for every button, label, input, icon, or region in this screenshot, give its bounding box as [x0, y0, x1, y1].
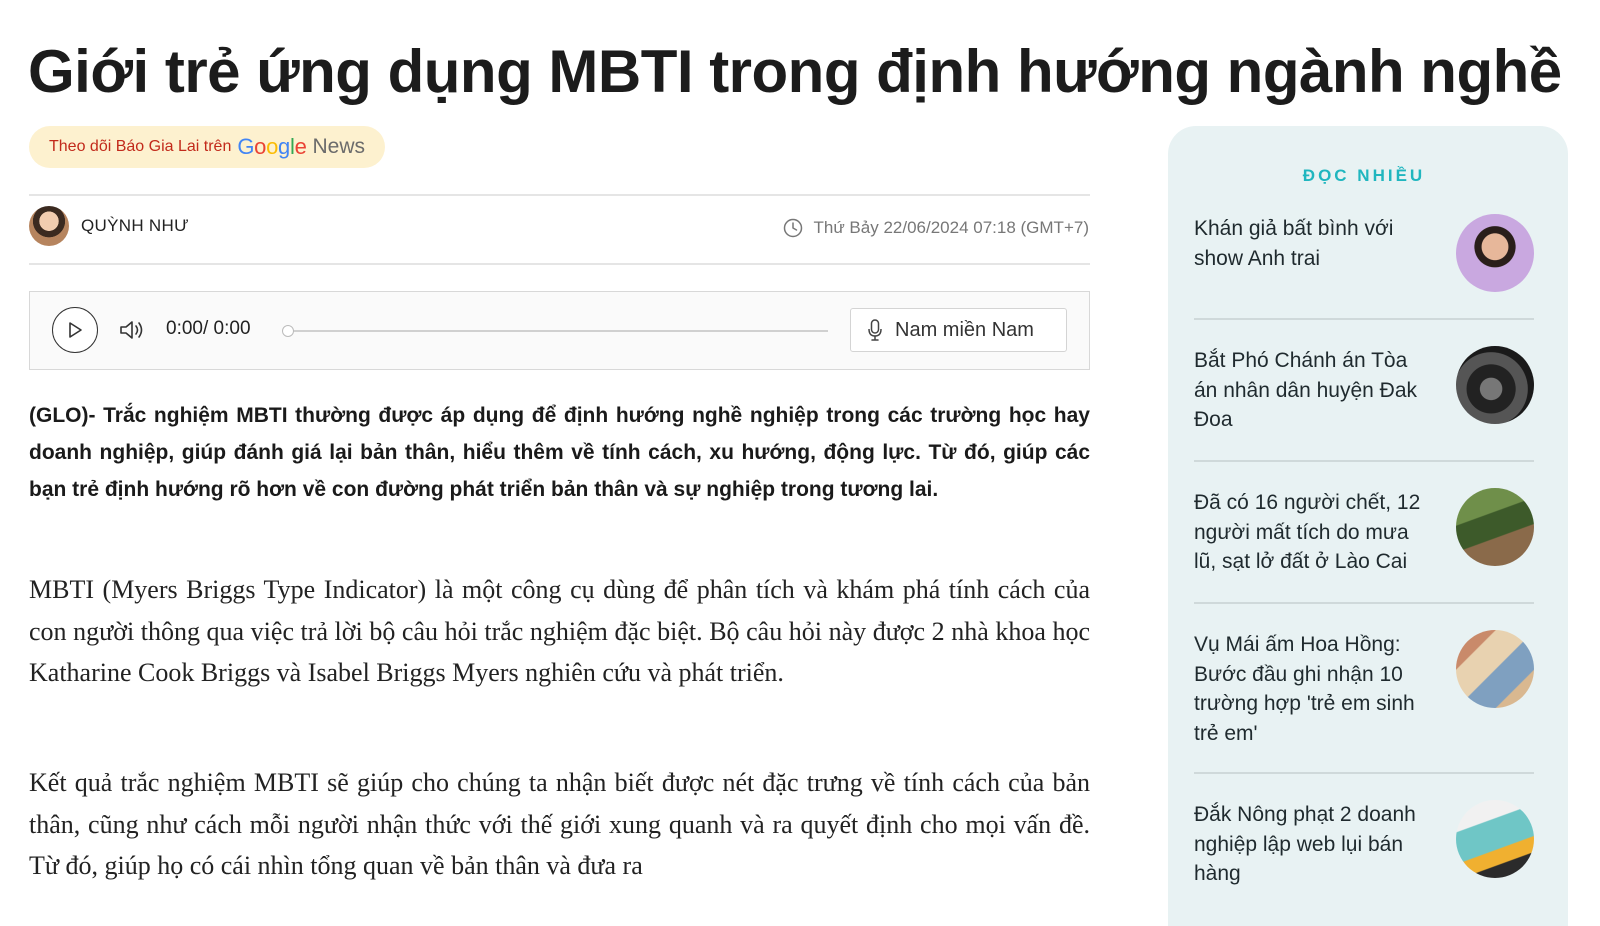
most-read-item-thumbnail[interactable] — [1456, 630, 1534, 708]
voice-label: Nam miền Nam — [895, 318, 1034, 341]
microphone-icon — [868, 319, 882, 341]
player-time: 0:00/ 0:00 — [166, 318, 251, 339]
speaker-icon[interactable] — [118, 318, 148, 342]
most-read-item-thumbnail[interactable] — [1456, 800, 1534, 878]
most-read-item-thumbnail[interactable] — [1456, 214, 1534, 292]
most-read-separator — [1194, 772, 1534, 774]
most-read-item-title[interactable]: Bắt Phó Chánh án Tòa án nhân dân huyện Đ… — [1194, 346, 1434, 435]
google-logo: Google — [237, 134, 307, 159]
audio-player: 0:00/ 0:00 Nam miền Nam — [29, 291, 1090, 370]
most-read-separator — [1194, 602, 1534, 604]
article-sapo: (GLO)- Trắc nghiệm MBTI thường được áp d… — [29, 404, 1090, 501]
google-news-follow-button[interactable]: Theo dõi Báo Gia Lai trên Google News — [29, 126, 386, 168]
most-read-sidebar: ĐỌC NHIỀU Khán giả bất bình với show Anh… — [1168, 126, 1568, 926]
article-paragraph-1: MBTI (Myers Briggs Type Indicator) là mộ… — [29, 575, 1090, 687]
most-read-item-title[interactable]: Khán giả bất bình với show Anh trai — [1194, 214, 1434, 273]
divider-bottom — [29, 263, 1090, 265]
most-read-title: ĐỌC NHIỀU — [1302, 166, 1426, 185]
voice-select-button[interactable]: Nam miền Nam — [850, 308, 1067, 352]
author-name[interactable]: QUỲNH NHƯ — [81, 216, 189, 236]
article-title: Giới trẻ ứng dụng MBTI trong định hướng … — [28, 38, 1562, 105]
play-icon — [69, 322, 82, 338]
play-button[interactable] — [52, 307, 98, 353]
most-read-item-title[interactable]: Đã có 16 người chết, 12 người mất tích d… — [1194, 488, 1434, 577]
datetime-text: Thứ Bảy 22/06/2024 07:18 (GMT+7) — [813, 218, 1089, 237]
author-block: QUỲNH NHƯ — [29, 206, 189, 246]
most-read-separator — [1194, 318, 1534, 320]
most-read-item-title[interactable]: Vụ Mái ấm Hoa Hồng: Bước đầu ghi nhận 10… — [1194, 630, 1434, 748]
most-read-item-thumbnail[interactable] — [1456, 488, 1534, 566]
article-paragraph-2: Kết quả trắc nghiệm MBTI sẽ giúp cho chú… — [29, 768, 1090, 880]
clock-icon — [784, 218, 803, 238]
google-news-label: News — [312, 135, 366, 158]
most-read-item-title[interactable]: Đắk Nông phạt 2 doanh nghiệp lập web lụi… — [1194, 800, 1434, 889]
author-avatar[interactable] — [29, 206, 69, 246]
most-read-separator — [1194, 460, 1534, 462]
most-read-item-thumbnail[interactable] — [1456, 346, 1534, 424]
publish-datetime: Thứ Bảy 22/06/2024 07:18 (GMT+7) — [783, 218, 1089, 238]
progress-track[interactable] — [288, 330, 828, 332]
google-news-follow-text: Theo dõi Báo Gia Lai trên — [49, 138, 232, 155]
divider-top — [29, 194, 1090, 196]
progress-knob[interactable] — [282, 325, 294, 337]
